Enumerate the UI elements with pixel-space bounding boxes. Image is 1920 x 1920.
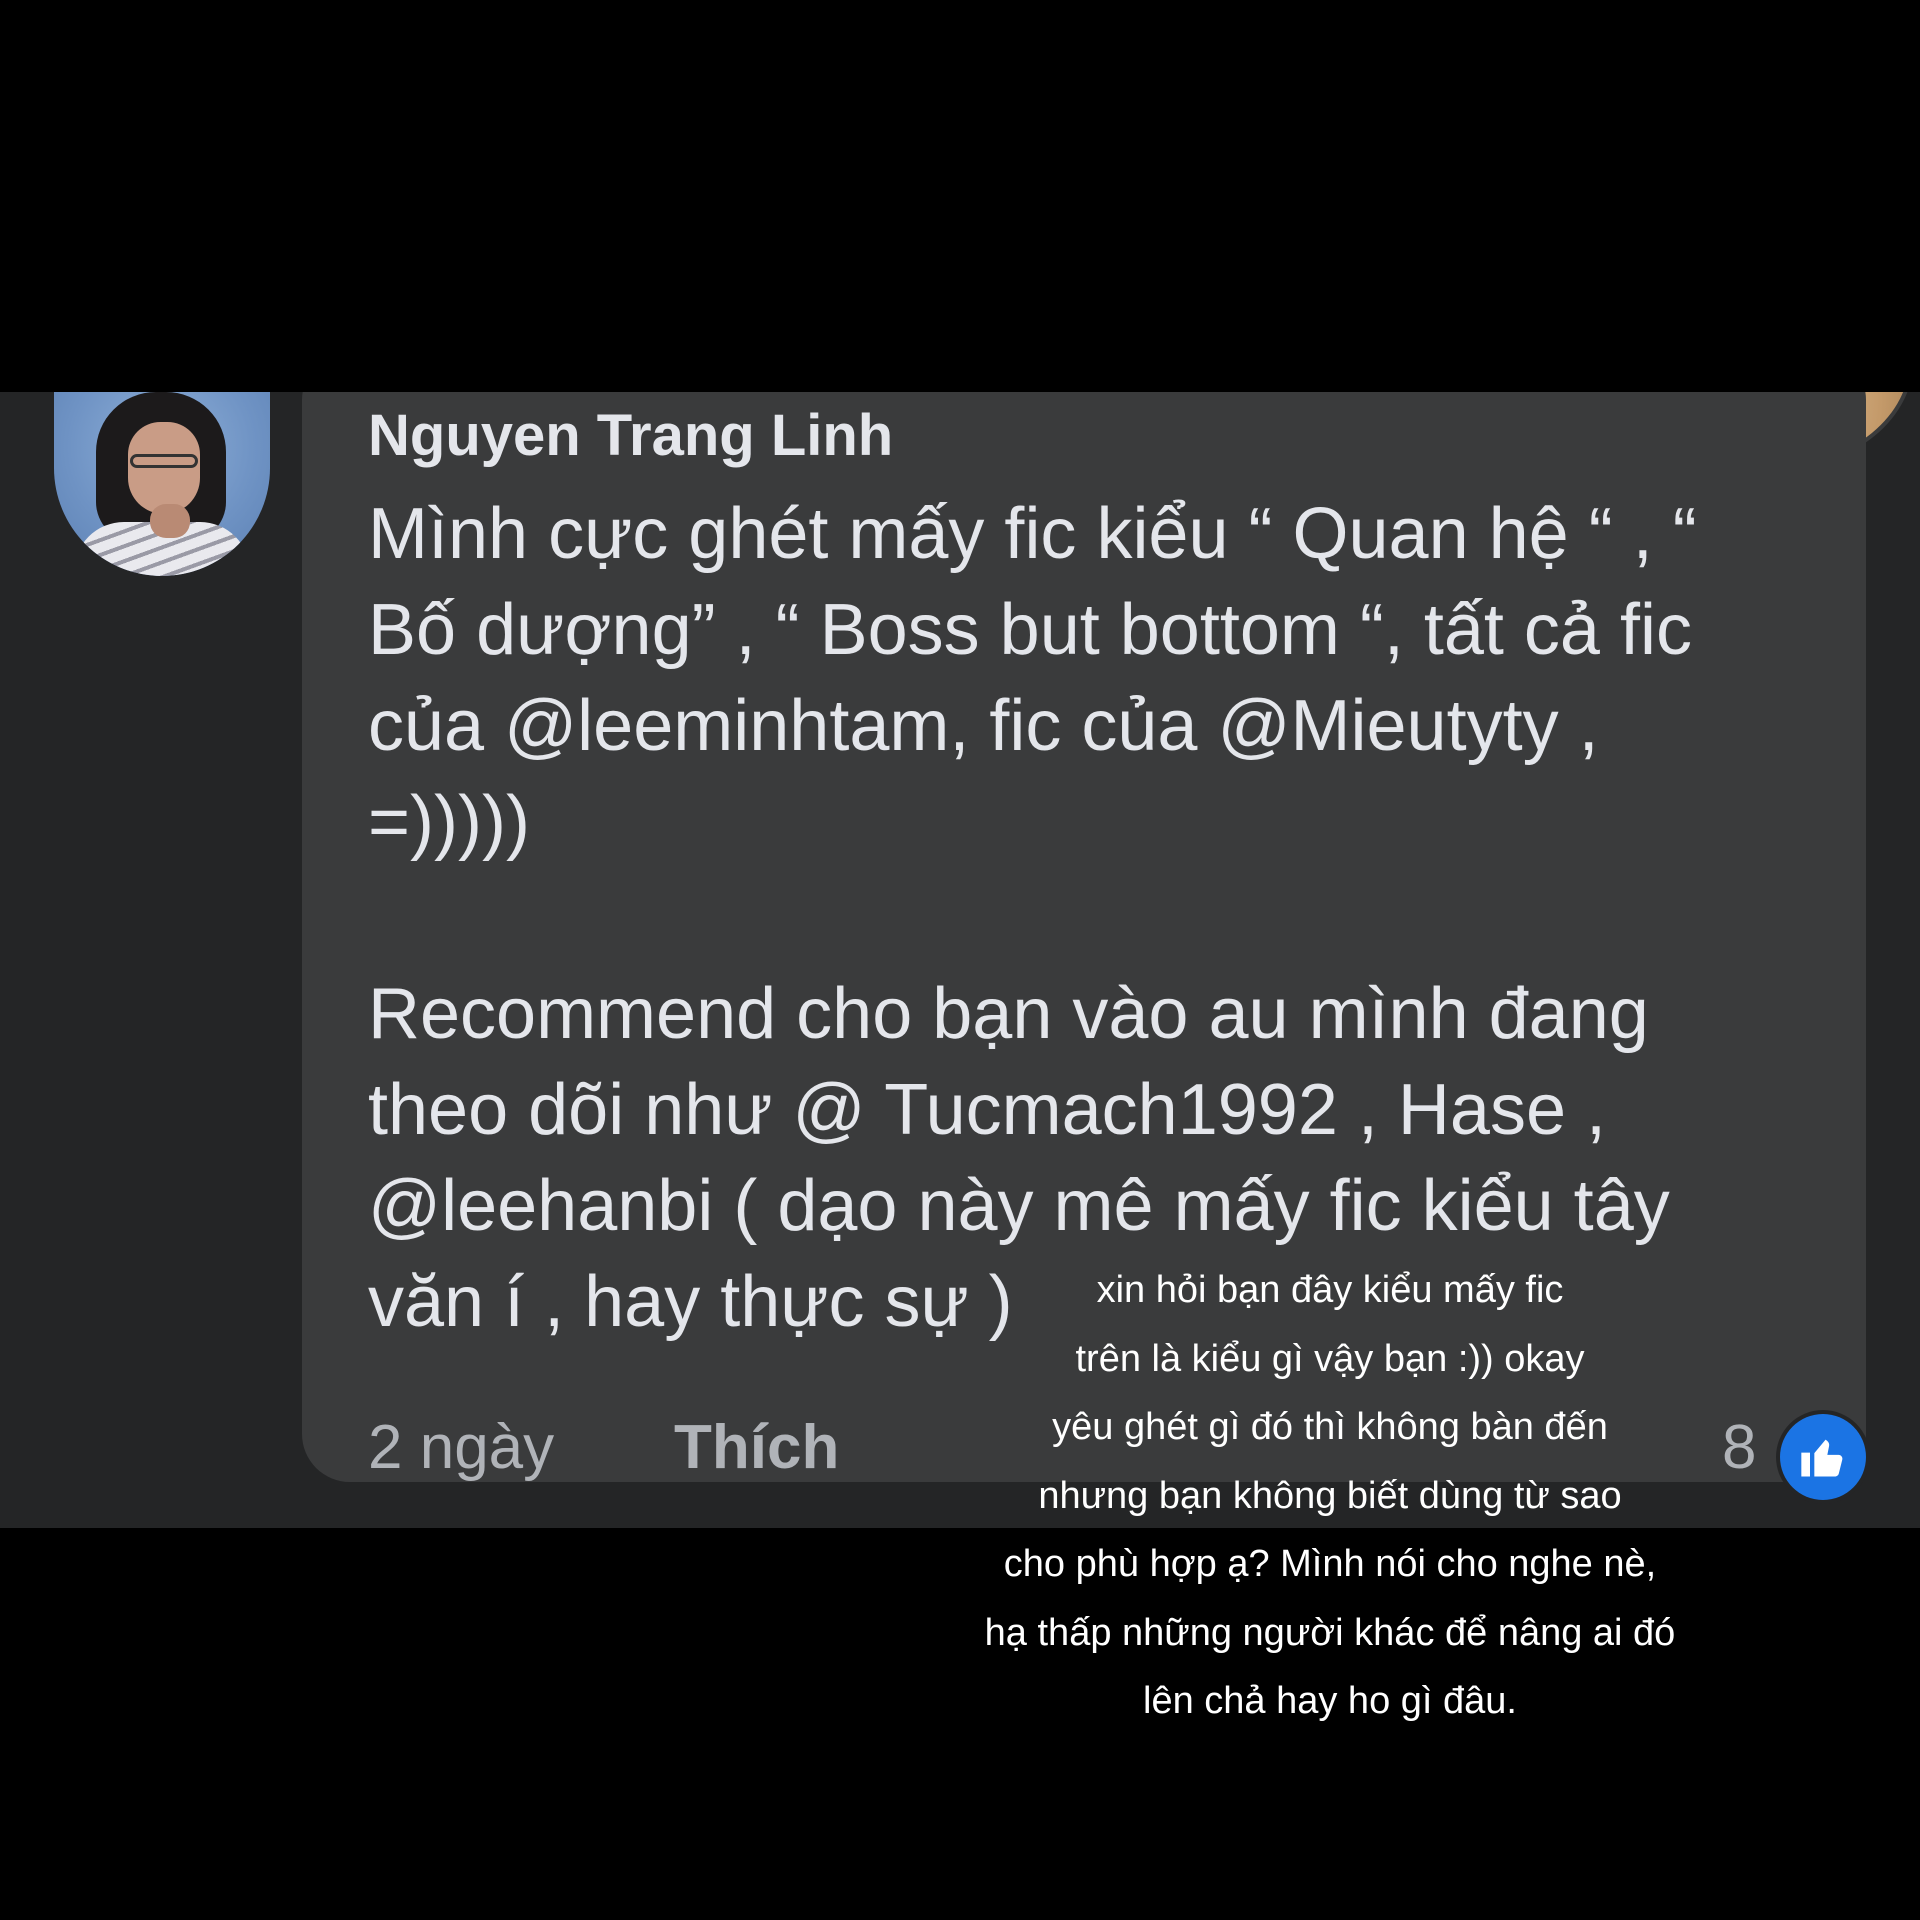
avatar-hand bbox=[150, 504, 190, 538]
comment-author[interactable]: Nguyen Trang Linh bbox=[368, 402, 893, 469]
thumbs-up-glyph bbox=[1801, 1439, 1843, 1477]
like-button[interactable]: Thích bbox=[674, 1412, 839, 1483]
caption-text: xin hỏi bạn đây kiểu mấy fic trên là kiể… bbox=[984, 1269, 1676, 1722]
comment-text: Mình cực ghét mấy fic kiểu “ Quan hệ “ ,… bbox=[368, 494, 1697, 1342]
comment-time[interactable]: 2 ngày bbox=[368, 1412, 554, 1483]
avatar[interactable] bbox=[54, 392, 270, 576]
avatar-face bbox=[128, 422, 200, 514]
thumbs-up-icon[interactable] bbox=[1780, 1414, 1866, 1500]
avatar-glasses bbox=[130, 454, 198, 468]
